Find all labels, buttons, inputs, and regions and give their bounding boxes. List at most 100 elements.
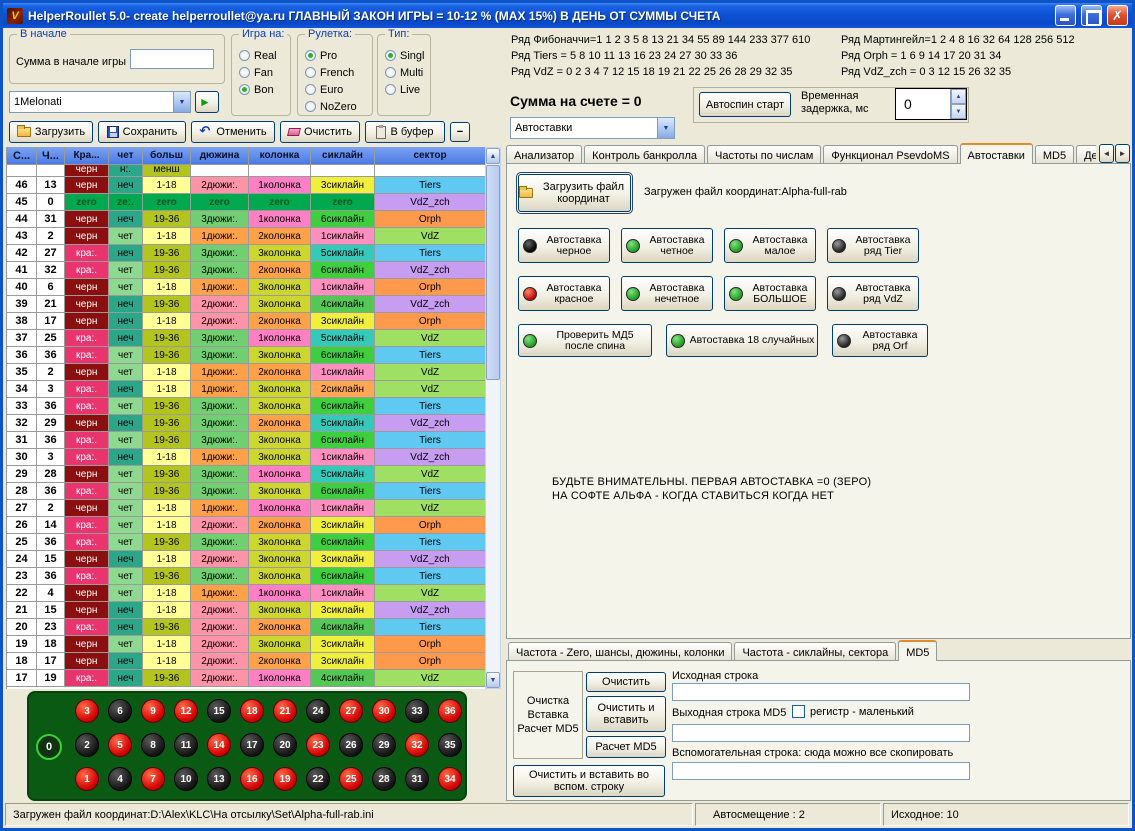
radio-circle-icon[interactable] [385, 50, 396, 61]
tab-Функционал PsevdoMS[interactable]: Функционал PsevdoMS [823, 145, 957, 164]
scrollbar-thumb[interactable] [486, 165, 500, 380]
radio-option-singl[interactable]: Singl [385, 48, 430, 63]
board-number-34[interactable]: 34 [438, 767, 462, 791]
chevron-down-icon[interactable] [173, 92, 190, 112]
board-number-22[interactable]: 22 [306, 767, 330, 791]
run-profile-button[interactable] [195, 91, 219, 113]
board-number-6[interactable]: 6 [108, 699, 132, 723]
autostake-button[interactable]: Проверить МД5 после спина [518, 324, 652, 357]
tab-Частоты по числам[interactable]: Частоты по числам [707, 145, 821, 164]
board-number-35[interactable]: 35 [438, 733, 462, 757]
toolbar-button-5[interactable]: В буфер [365, 121, 445, 143]
toolbar-button-2[interactable]: Сохранить [98, 121, 186, 143]
radio-circle-icon[interactable] [385, 84, 396, 95]
radio-option-euro[interactable]: Euro [305, 82, 372, 97]
profile-select[interactable]: 1Melonati [9, 91, 191, 113]
column-header[interactable]: чет [109, 147, 143, 165]
tab-MD5[interactable]: MD5 [898, 640, 937, 661]
board-number-2[interactable]: 2 [75, 733, 99, 757]
board-number-29[interactable]: 29 [372, 733, 396, 757]
column-header[interactable]: Кра... [65, 147, 109, 165]
source-string-input[interactable] [672, 683, 970, 701]
board-number-1[interactable]: 1 [75, 767, 99, 791]
spin-down-icon[interactable] [951, 104, 966, 119]
tab-Автоставки[interactable]: Автоставки [960, 143, 1033, 164]
tab-Контроль банкролла[interactable]: Контроль банкролла [584, 145, 705, 164]
board-number-11[interactable]: 11 [174, 733, 198, 757]
aux-string-input[interactable] [672, 762, 970, 780]
board-number-18[interactable]: 18 [240, 699, 264, 723]
board-number-16[interactable]: 16 [240, 767, 264, 791]
radio-option-real[interactable]: Real [239, 48, 290, 63]
autostake-button[interactable]: Автоставка ряд Orf [832, 324, 928, 357]
board-number-23[interactable]: 23 [306, 733, 330, 757]
column-header[interactable]: С... [7, 147, 37, 165]
radio-option-french[interactable]: French [305, 65, 372, 80]
board-number-14[interactable]: 14 [207, 733, 231, 757]
column-header[interactable]: дюжина [191, 147, 249, 165]
board-number-30[interactable]: 30 [372, 699, 396, 723]
md5-clear-button[interactable]: Очистить [586, 672, 666, 692]
autostake-button[interactable]: Автоставка 18 случайных [666, 324, 818, 357]
output-string-input[interactable] [672, 724, 970, 742]
board-number-8[interactable]: 8 [141, 733, 165, 757]
autostake-button[interactable]: Автоставка нечетное [621, 276, 713, 311]
maximize-button[interactable] [1081, 5, 1102, 26]
radio-option-nozero[interactable]: NoZero [305, 99, 372, 114]
board-number-7[interactable]: 7 [141, 767, 165, 791]
start-sum-input[interactable] [130, 49, 214, 69]
radio-circle-icon[interactable] [239, 84, 250, 95]
radio-circle-icon[interactable] [305, 101, 316, 112]
board-number-17[interactable]: 17 [240, 733, 264, 757]
radio-circle-icon[interactable] [305, 67, 316, 78]
minimize-button[interactable] [1055, 5, 1076, 26]
scroll-up-icon[interactable] [486, 148, 500, 164]
board-number-0[interactable]: 0 [36, 734, 62, 760]
close-button[interactable] [1107, 5, 1128, 26]
column-header[interactable]: Ч... [37, 147, 65, 165]
radio-option-multi[interactable]: Multi [385, 65, 430, 80]
toolbar-button-3[interactable]: Отменить [191, 121, 275, 143]
column-header[interactable]: сектор [375, 147, 485, 165]
radio-circle-icon[interactable] [305, 50, 316, 61]
board-number-36[interactable]: 36 [438, 699, 462, 723]
board-number-19[interactable]: 19 [273, 767, 297, 791]
board-number-20[interactable]: 20 [273, 733, 297, 757]
board-number-24[interactable]: 24 [306, 699, 330, 723]
radio-option-live[interactable]: Live [385, 82, 430, 97]
radio-circle-icon[interactable] [385, 67, 396, 78]
autostake-button[interactable]: Автоставка БОЛЬШОЕ [724, 276, 816, 311]
board-number-10[interactable]: 10 [174, 767, 198, 791]
scroll-down-icon[interactable] [486, 672, 500, 688]
board-number-33[interactable]: 33 [405, 699, 429, 723]
spins-table[interactable]: С...Ч...Кра...четбольшдюжинаколонкасикла… [6, 147, 485, 689]
tab-scroll-left-icon[interactable] [1099, 144, 1114, 163]
autostake-button[interactable]: Автоставка черное [518, 228, 610, 263]
board-number-4[interactable]: 4 [108, 767, 132, 791]
table-scrollbar[interactable] [485, 147, 501, 689]
board-number-3[interactable]: 3 [75, 699, 99, 723]
collapse-button[interactable]: − [450, 122, 470, 142]
radio-option-fan[interactable]: Fan [239, 65, 290, 80]
tab-Частота - сиклайны, сектора[interactable]: Частота - сиклайны, сектора [734, 642, 896, 661]
board-number-27[interactable]: 27 [339, 699, 363, 723]
board-number-5[interactable]: 5 [108, 733, 132, 757]
tab-Частота - Zero, шансы, дюжины, колонки[interactable]: Частота - Zero, шансы, дюжины, колонки [508, 642, 732, 661]
autostake-button[interactable]: Автоставка четное [621, 228, 713, 263]
toolbar-button-1[interactable]: Загрузить [9, 121, 93, 143]
tab-Делени[interactable]: Делени [1076, 145, 1096, 164]
board-number-25[interactable]: 25 [339, 767, 363, 791]
autospin-start-button[interactable]: Автоспин старт [699, 92, 791, 117]
radio-circle-icon[interactable] [239, 67, 250, 78]
delay-spinner[interactable]: 0 [895, 88, 967, 120]
board-number-13[interactable]: 13 [207, 767, 231, 791]
board-number-28[interactable]: 28 [372, 767, 396, 791]
radio-option-pro[interactable]: Pro [305, 48, 372, 63]
board-number-12[interactable]: 12 [174, 699, 198, 723]
delay-value[interactable]: 0 [896, 89, 950, 119]
md5-clear-paste-button[interactable]: Очистить и вставить [586, 696, 666, 732]
toolbar-button-4[interactable]: Очистить [280, 121, 360, 143]
radio-option-bon[interactable]: Bon [239, 82, 290, 97]
column-header[interactable]: колонка [249, 147, 311, 165]
board-number-15[interactable]: 15 [207, 699, 231, 723]
